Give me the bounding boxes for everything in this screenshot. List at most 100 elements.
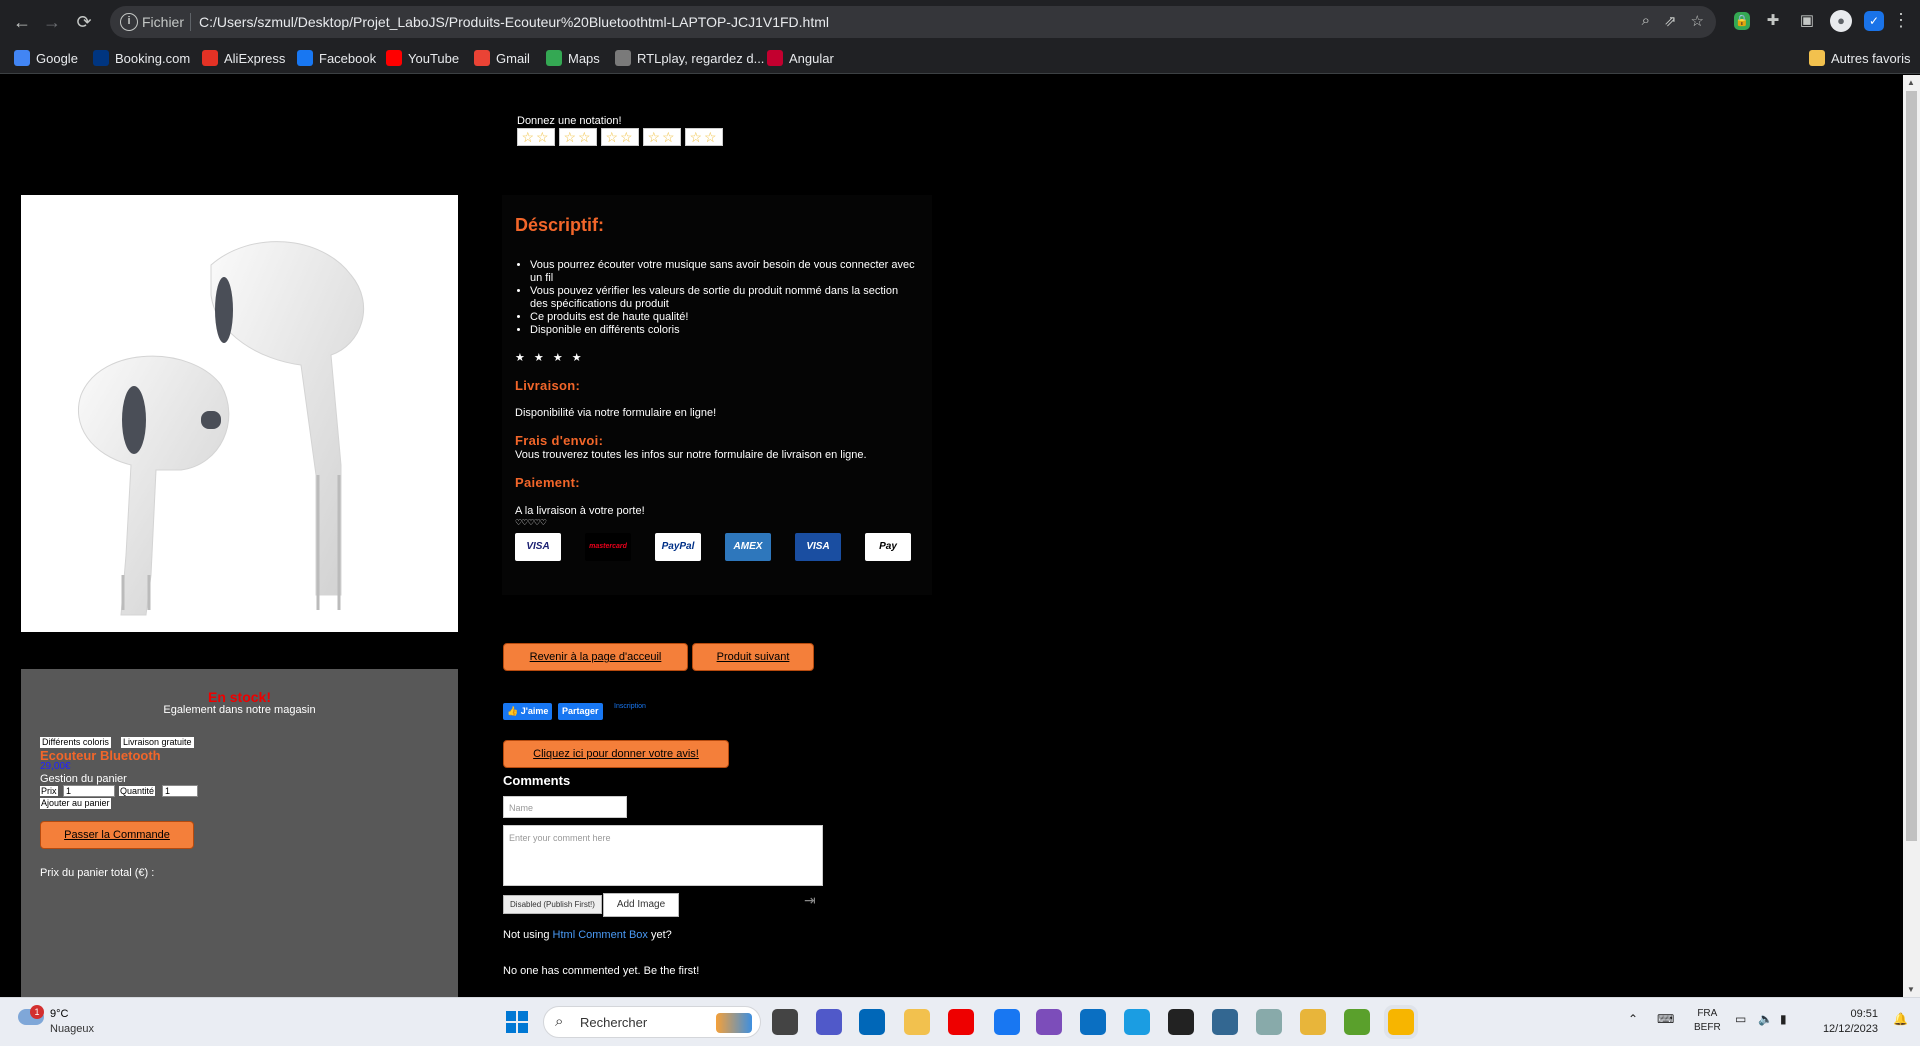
language-indicator[interactable]: FRA BEFR	[1694, 1007, 1721, 1035]
youtube-app-icon[interactable]	[948, 1009, 974, 1035]
file-manager-icon[interactable]	[772, 1009, 798, 1035]
postgres-icon[interactable]	[1212, 1009, 1238, 1035]
facebook-app-icon[interactable]	[994, 1009, 1020, 1035]
other-bookmarks[interactable]: Autres favoris	[1809, 50, 1910, 66]
forward-icon[interactable]: →	[40, 10, 64, 34]
bookmark-item[interactable]: RTLplay, regardez d...	[615, 50, 764, 66]
bookmark-item[interactable]: Google	[14, 50, 78, 66]
rating-star-button[interactable]: ☆☆	[643, 128, 681, 146]
rating-star-button[interactable]: ☆☆	[685, 128, 723, 146]
add-to-cart-button[interactable]: Ajouter au panier	[40, 798, 111, 809]
visual-studio-icon[interactable]	[1036, 1009, 1062, 1035]
rating-prompt: Donnez une notation!	[517, 115, 622, 127]
notifications-icon[interactable]: 🔔	[1893, 1012, 1908, 1026]
booking-icon	[93, 50, 109, 66]
share-icon[interactable]: ⇗	[1664, 12, 1677, 30]
rtlplay-icon	[615, 50, 631, 66]
price-input[interactable]: 1	[63, 785, 115, 797]
terminal-icon[interactable]	[1168, 1009, 1194, 1035]
extension-lock-icon[interactable]: 🔒	[1734, 12, 1750, 30]
zoom-icon[interactable]: ⌕	[1642, 12, 1650, 30]
add-image-button[interactable]: Add Image	[603, 893, 679, 917]
aliexpress-icon	[202, 50, 218, 66]
paint-icon[interactable]	[1300, 1009, 1326, 1035]
sidepanel-icon[interactable]: ▣	[1796, 10, 1818, 32]
info-icon[interactable]: i	[120, 13, 138, 31]
reload-icon[interactable]: ⟳	[72, 10, 96, 34]
page-scrollbar[interactable]: ▲ ▼	[1903, 75, 1920, 997]
security-extension-icon[interactable]: ✓	[1864, 11, 1884, 31]
search-icon: ⌕	[555, 1013, 564, 1030]
description-title: Déscriptif:	[515, 215, 605, 235]
home-button[interactable]: Revenir à la page d'acceuil	[503, 643, 688, 671]
html-comment-box-link[interactable]: Html Comment Box	[553, 929, 648, 941]
weather-widget[interactable]: 1 9°C Nuageux	[14, 1005, 124, 1041]
chrome-icon[interactable]	[1388, 1009, 1414, 1035]
bookmark-item[interactable]: Angular	[767, 50, 834, 66]
rating-stars: ☆☆ ☆☆ ☆☆ ☆☆ ☆☆	[517, 128, 723, 146]
notification-badge: 1	[30, 1005, 44, 1019]
angular-icon	[767, 50, 783, 66]
comment-textarea[interactable]: Enter your comment here	[503, 825, 823, 886]
comments-title: Comments	[503, 773, 571, 788]
price-label: Prix	[40, 786, 58, 796]
divider	[190, 13, 191, 31]
stock-panel: En stock! Egalement dans notre magasin D…	[21, 669, 458, 997]
edge-icon[interactable]	[1124, 1009, 1150, 1035]
colors-tag: Différents coloris	[40, 737, 111, 748]
tray-chevron-icon[interactable]: ⌃	[1628, 1012, 1638, 1026]
livraison-text: Disponibilité via notre formulaire en li…	[515, 407, 717, 419]
quantity-input[interactable]: 1	[162, 785, 198, 797]
rating-star-button[interactable]: ☆☆	[517, 128, 555, 146]
volume-icon[interactable]: 🔈	[1758, 1012, 1773, 1026]
paiement-text: A la livraison à votre porte!	[515, 505, 645, 517]
vscode-icon[interactable]	[1080, 1009, 1106, 1035]
network-icon[interactable]	[1256, 1009, 1282, 1035]
order-button[interactable]: Passer la Commande	[40, 821, 194, 849]
scroll-up-icon[interactable]: ▲	[1907, 78, 1915, 87]
rating-star-button[interactable]: ☆☆	[559, 128, 597, 146]
start-button[interactable]	[506, 1011, 528, 1033]
clock[interactable]: 09:51 12/12/2023	[1812, 1007, 1878, 1037]
bookmark-item[interactable]: Facebook	[297, 50, 376, 66]
bookmark-item[interactable]: YouTube	[386, 50, 459, 66]
keyboard-icon[interactable]: ⌨	[1657, 1012, 1674, 1026]
login-icon[interactable]: ⇥	[804, 892, 816, 909]
taskbar-search[interactable]: ⌕ Rechercher	[543, 1006, 761, 1038]
address-bar[interactable]: i Fichier C:/Users/szmul/Desktop/Projet_…	[110, 6, 1716, 38]
weather-condition: Nuageux	[50, 1023, 95, 1035]
back-icon[interactable]: ←	[10, 10, 34, 34]
store-icon[interactable]	[859, 1009, 885, 1035]
notepad-icon[interactable]	[1344, 1009, 1370, 1035]
name-input[interactable]: Name	[503, 796, 627, 818]
bookmark-item[interactable]: Maps	[546, 50, 600, 66]
payment-card-icon: Pay	[865, 533, 911, 561]
facebook-share-button[interactable]: Partager	[558, 703, 603, 720]
network-tray-icon[interactable]: ▭	[1735, 1012, 1746, 1026]
list-item: Ce produits est de haute qualité!	[530, 311, 915, 324]
bookmark-item[interactable]: AliExpress	[202, 50, 285, 66]
folder-icon[interactable]	[904, 1009, 930, 1035]
extensions-icon[interactable]: ✚	[1762, 10, 1784, 32]
bookmark-item[interactable]: Gmail	[474, 50, 530, 66]
payment-card-icon: PayPal	[655, 533, 701, 561]
scroll-thumb[interactable]	[1906, 91, 1917, 841]
review-button[interactable]: Cliquez ici pour donner votre avis!	[503, 740, 729, 768]
next-product-button[interactable]: Produit suivant	[692, 643, 814, 671]
teams-icon[interactable]	[816, 1009, 842, 1035]
scroll-down-icon[interactable]: ▼	[1907, 985, 1915, 994]
bookmark-item[interactable]: Booking.com	[93, 50, 190, 66]
url-text[interactable]: C:/Users/szmul/Desktop/Projet_LaboJS/Pro…	[199, 14, 829, 30]
battery-icon[interactable]: ▮	[1780, 1012, 1787, 1026]
star-decoration: ★ ★ ★ ★	[515, 352, 585, 364]
bookmark-star-icon[interactable]: ☆	[1691, 12, 1704, 30]
profile-avatar[interactable]: ●	[1830, 10, 1852, 32]
disabled-publish-button[interactable]: Disabled (Publish First!)	[503, 895, 602, 914]
stock-status: En stock!	[207, 689, 271, 705]
payment-cards: VISA mastercard PayPal AMEX VISA Pay	[515, 533, 911, 561]
page-viewport: Donnez une notation! ☆☆ ☆☆ ☆☆ ☆☆ ☆☆ Déscript…	[0, 75, 1903, 997]
folder-icon	[1809, 50, 1825, 66]
menu-icon[interactable]: ⋮	[1892, 10, 1910, 31]
rating-star-button[interactable]: ☆☆	[601, 128, 639, 146]
facebook-like-button[interactable]: 👍 J'aime	[503, 703, 553, 720]
